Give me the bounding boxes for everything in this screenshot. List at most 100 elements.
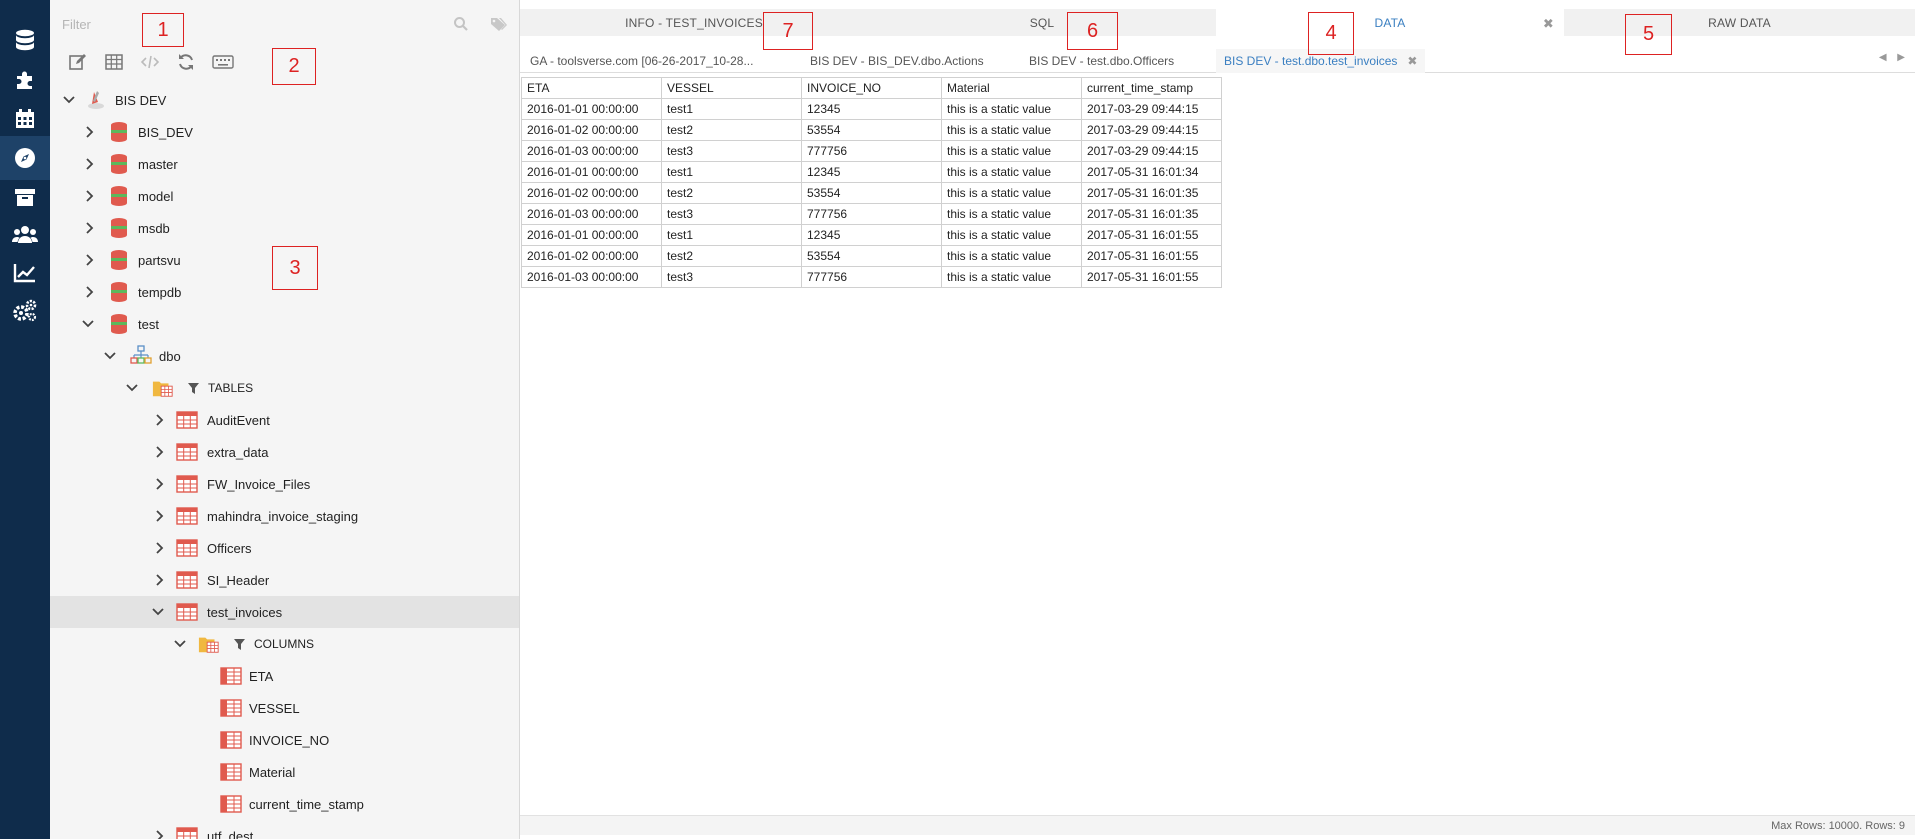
table-cell[interactable]: 2017-05-31 16:01:55 <box>1081 245 1222 267</box>
tree-node-table[interactable]: utf_dest <box>50 820 519 839</box>
tree-node-column[interactable]: INVOICE_NO <box>50 724 519 756</box>
tab-data[interactable]: DATA ✖ <box>1216 9 1564 36</box>
chevron-right-icon[interactable] <box>83 285 97 299</box>
table-cell[interactable]: test1 <box>661 98 802 120</box>
edit-icon[interactable] <box>65 50 89 74</box>
filter-icon[interactable] <box>186 381 200 395</box>
tree-node-database[interactable]: model <box>50 180 519 212</box>
table-cell[interactable]: test3 <box>661 203 802 225</box>
table-cell[interactable]: this is a static value <box>941 203 1082 225</box>
tab-raw-data[interactable]: RAW DATA <box>1564 9 1915 36</box>
table-cell[interactable]: test1 <box>661 161 802 183</box>
tree-node-column[interactable]: current_time_stamp <box>50 788 519 820</box>
chevron-right-icon[interactable]: ▶ <box>1897 52 1905 63</box>
column-header[interactable]: VESSEL <box>661 77 802 99</box>
table-row[interactable]: 2016-01-02 00:00:00 test2 53554 this is a s… <box>521 182 1222 204</box>
chevron-right-icon[interactable] <box>153 445 167 459</box>
tree-node-database[interactable]: msdb <box>50 212 519 244</box>
tree-node-column[interactable]: Material <box>50 756 519 788</box>
tree-node-database[interactable]: master <box>50 148 519 180</box>
table-cell[interactable]: this is a static value <box>941 140 1082 162</box>
close-icon[interactable]: ✖ <box>1407 54 1417 68</box>
table-cell[interactable]: this is a static value <box>941 266 1082 288</box>
close-icon[interactable]: ✖ <box>1543 16 1554 32</box>
table-cell[interactable]: 2017-05-31 16:01:35 <box>1081 182 1222 204</box>
chevron-right-icon[interactable] <box>83 125 97 139</box>
table-cell[interactable]: 2017-05-31 16:01:55 <box>1081 266 1222 288</box>
table-cell[interactable]: 12345 <box>801 161 942 183</box>
table-cell[interactable]: this is a static value <box>941 182 1082 204</box>
table-cell[interactable]: 2016-01-01 00:00:00 <box>521 224 662 246</box>
table-cell[interactable]: 2016-01-03 00:00:00 <box>521 266 662 288</box>
tab-info[interactable]: INFO - TEST_INVOICES <box>520 9 868 36</box>
tab-sql[interactable]: SQL <box>868 9 1216 36</box>
database-icon[interactable] <box>10 26 40 56</box>
table-row[interactable]: 2016-01-03 00:00:00 test3 777756 this is a … <box>521 266 1222 288</box>
table-cell[interactable]: 2017-05-31 16:01:34 <box>1081 161 1222 183</box>
tree-node-root[interactable]: BIS DEV <box>50 84 519 116</box>
table-cell[interactable]: 53554 <box>801 119 942 141</box>
tree-node-columns-folder[interactable]: COLUMNS <box>50 628 519 660</box>
compass-icon[interactable] <box>0 136 50 180</box>
puzzle-icon[interactable] <box>10 65 40 95</box>
table-cell[interactable]: 2017-03-29 09:44:15 <box>1081 140 1222 162</box>
filter-input[interactable] <box>62 12 392 36</box>
table-cell[interactable]: 53554 <box>801 245 942 267</box>
chevron-right-icon[interactable] <box>153 477 167 491</box>
table-cell[interactable]: 2017-05-31 16:01:35 <box>1081 203 1222 225</box>
table-cell[interactable]: 2017-03-29 09:44:15 <box>1081 119 1222 141</box>
table-row[interactable]: 2016-01-02 00:00:00 test2 53554 this is a s… <box>521 119 1222 141</box>
table-cell[interactable]: 2016-01-02 00:00:00 <box>521 245 662 267</box>
doc-tab[interactable]: BIS DEV - BIS_DEV.dbo.Actions <box>810 49 984 73</box>
doc-tab[interactable]: BIS DEV - test.dbo.Officers <box>1029 49 1174 73</box>
keyboard-icon[interactable] <box>211 50 235 74</box>
table-cell[interactable]: 2016-01-02 00:00:00 <box>521 182 662 204</box>
code-icon[interactable] <box>138 50 162 74</box>
table-cell[interactable]: 2017-03-29 09:44:15 <box>1081 98 1222 120</box>
column-header[interactable]: ETA <box>521 77 662 99</box>
tree-node-schema[interactable]: dbo <box>50 340 519 372</box>
tree-node-table[interactable]: mahindra_invoice_staging <box>50 500 519 532</box>
chart-line-icon[interactable] <box>10 258 40 288</box>
table-row[interactable]: 2016-01-01 00:00:00 test1 12345 this is a s… <box>521 98 1222 120</box>
search-icon[interactable] <box>453 16 469 35</box>
table-cell[interactable]: test3 <box>661 266 802 288</box>
table-cell[interactable]: this is a static value <box>941 245 1082 267</box>
table-icon[interactable] <box>102 50 126 74</box>
tree-node-table[interactable]: FW_Invoice_Files <box>50 468 519 500</box>
tree-node-tables-folder[interactable]: TABLES <box>50 372 519 404</box>
tree-node-table[interactable]: Officers <box>50 532 519 564</box>
tree-node-table[interactable]: SI_Header <box>50 564 519 596</box>
table-row[interactable]: 2016-01-01 00:00:00 test1 12345 this is a s… <box>521 224 1222 246</box>
chevron-down-icon[interactable] <box>103 349 117 363</box>
tree-node-table[interactable]: extra_data <box>50 436 519 468</box>
table-cell[interactable]: test1 <box>661 224 802 246</box>
refresh-icon[interactable] <box>174 50 198 74</box>
tree-node-table[interactable]: AuditEvent <box>50 404 519 436</box>
table-row[interactable]: 2016-01-02 00:00:00 test2 53554 this is a s… <box>521 245 1222 267</box>
table-cell[interactable]: this is a static value <box>941 224 1082 246</box>
table-cell[interactable]: test2 <box>661 245 802 267</box>
users-icon[interactable] <box>10 220 40 250</box>
table-cell[interactable]: 2017-05-31 16:01:55 <box>1081 224 1222 246</box>
table-cell[interactable]: 2016-01-02 00:00:00 <box>521 119 662 141</box>
table-row[interactable]: 2016-01-03 00:00:00 test3 777756 this is a … <box>521 203 1222 225</box>
filter-icon[interactable] <box>232 637 246 651</box>
table-cell[interactable]: 2016-01-01 00:00:00 <box>521 161 662 183</box>
chevron-right-icon[interactable] <box>83 189 97 203</box>
chevron-down-icon[interactable] <box>125 381 139 395</box>
chevron-right-icon[interactable] <box>83 157 97 171</box>
gears-icon[interactable] <box>10 296 40 326</box>
chevron-right-icon[interactable] <box>83 253 97 267</box>
tree-node-table-selected[interactable]: test_invoices <box>50 596 519 628</box>
table-cell[interactable]: 777756 <box>801 203 942 225</box>
doc-tab[interactable]: GA - toolsverse.com [06-26-2017_10-28... <box>530 49 753 73</box>
tree-node-column[interactable]: ETA <box>50 660 519 692</box>
column-header[interactable]: current_time_stamp <box>1081 77 1222 99</box>
table-cell[interactable]: 2016-01-03 00:00:00 <box>521 203 662 225</box>
table-cell[interactable]: 12345 <box>801 98 942 120</box>
table-cell[interactable]: test3 <box>661 140 802 162</box>
chevron-right-icon[interactable] <box>153 509 167 523</box>
column-header[interactable]: Material <box>941 77 1082 99</box>
chevron-down-icon[interactable] <box>62 93 76 107</box>
